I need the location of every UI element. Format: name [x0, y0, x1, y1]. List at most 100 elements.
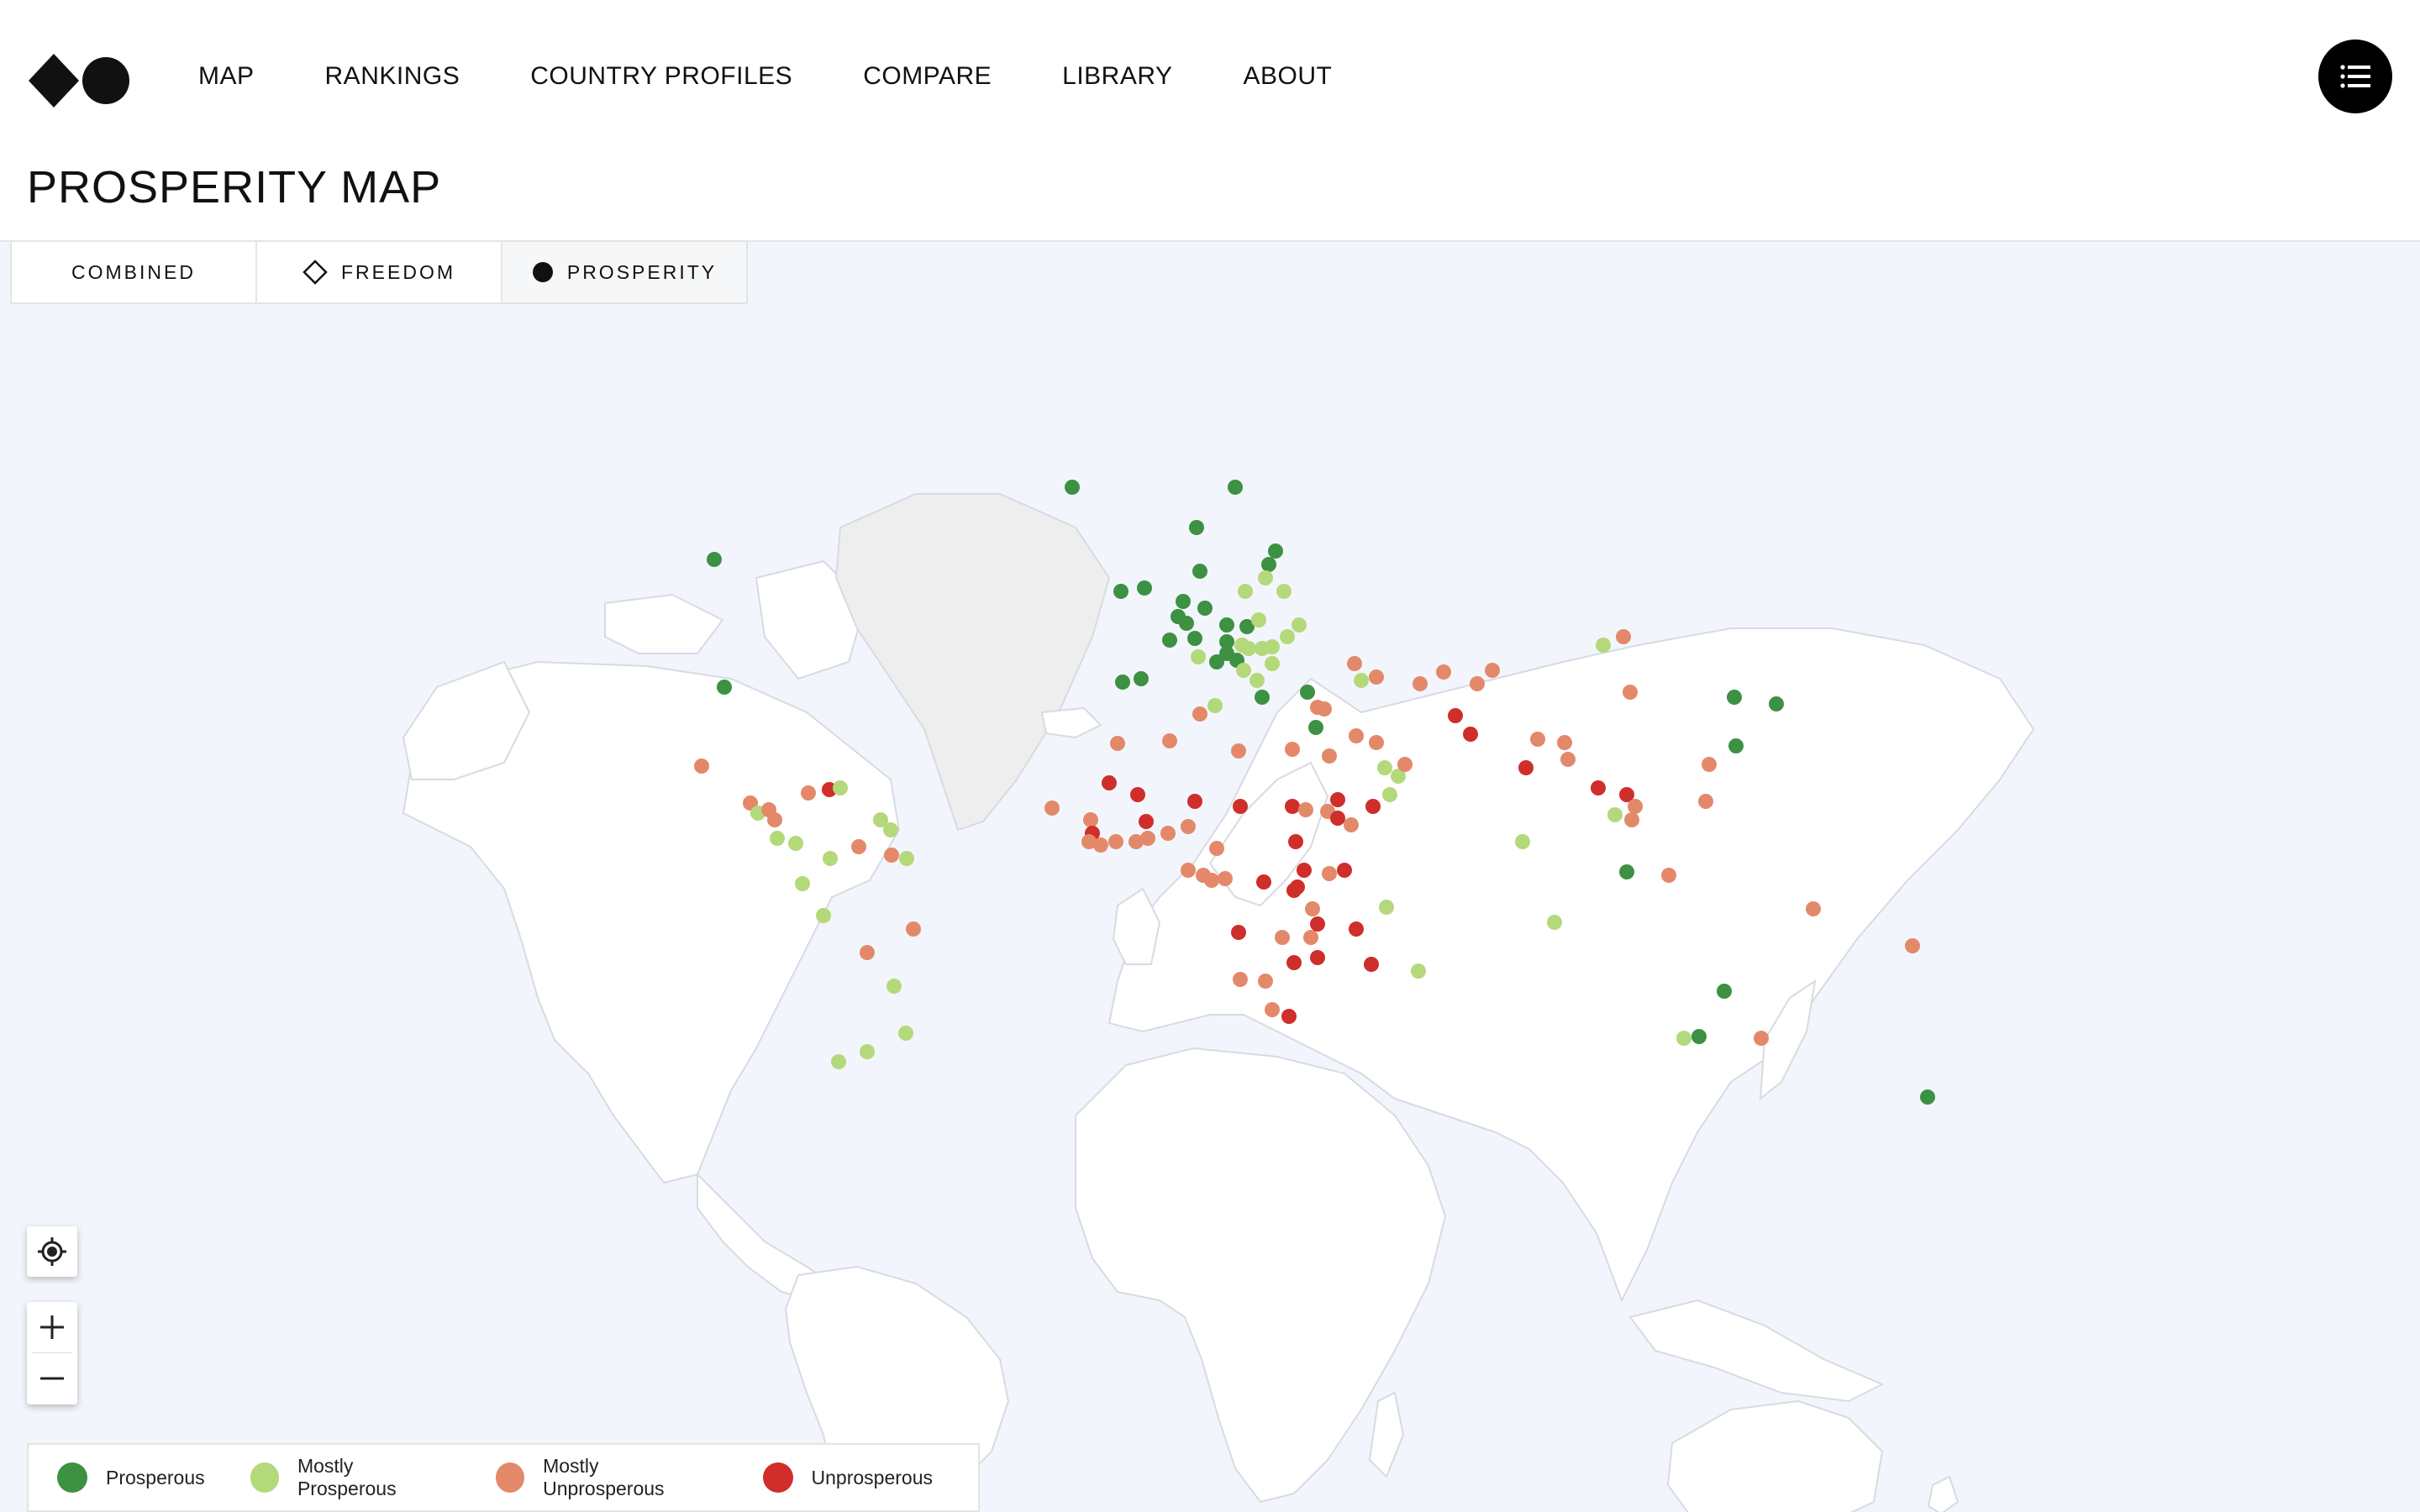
country-marker[interactable] [1276, 584, 1292, 599]
country-marker[interactable] [1197, 601, 1213, 616]
country-marker[interactable] [1292, 617, 1307, 633]
country-marker[interactable] [1485, 663, 1500, 678]
country-marker[interactable] [1317, 701, 1332, 717]
country-marker[interactable] [1238, 584, 1253, 599]
country-marker[interactable] [1233, 799, 1248, 814]
country-marker[interactable] [1463, 727, 1478, 742]
country-marker[interactable] [1236, 663, 1251, 678]
country-marker[interactable] [1241, 641, 1256, 656]
country-marker[interactable] [1303, 930, 1318, 945]
country-marker[interactable] [1322, 866, 1337, 881]
country-marker[interactable] [1134, 671, 1149, 686]
country-marker[interactable] [1187, 794, 1202, 809]
country-marker[interactable] [1285, 742, 1300, 757]
country-marker[interactable] [1920, 1089, 1935, 1105]
country-marker[interactable] [1219, 617, 1234, 633]
country-marker[interactable] [1130, 787, 1145, 802]
country-marker[interactable] [899, 851, 914, 866]
country-marker[interactable] [1044, 801, 1060, 816]
country-marker[interactable] [1249, 673, 1265, 688]
country-marker[interactable] [1377, 760, 1392, 775]
country-marker[interactable] [1470, 676, 1485, 691]
country-marker[interactable] [1769, 696, 1784, 711]
country-marker[interactable] [801, 785, 816, 801]
country-marker[interactable] [1181, 819, 1196, 834]
country-marker[interactable] [1607, 807, 1623, 822]
country-marker[interactable] [1624, 812, 1639, 827]
country-marker[interactable] [1265, 656, 1280, 671]
country-marker[interactable] [1209, 654, 1224, 669]
country-marker[interactable] [1115, 675, 1130, 690]
country-marker[interactable] [1305, 901, 1320, 916]
country-marker[interactable] [1233, 972, 1248, 987]
country-marker[interactable] [1137, 580, 1152, 596]
country-marker[interactable] [884, 848, 899, 863]
country-marker[interactable] [1354, 673, 1369, 688]
country-marker[interactable] [1228, 480, 1243, 495]
country-marker[interactable] [1310, 950, 1325, 965]
country-marker[interactable] [1349, 728, 1364, 743]
country-marker[interactable] [1717, 984, 1732, 999]
country-marker[interactable] [1448, 708, 1463, 723]
country-marker[interactable] [1330, 811, 1345, 826]
country-marker[interactable] [1288, 834, 1303, 849]
country-marker[interactable] [1623, 685, 1638, 700]
zoom-out-button[interactable] [27, 1353, 77, 1404]
country-marker[interactable] [1382, 787, 1397, 802]
country-marker[interactable] [831, 1054, 846, 1069]
country-marker[interactable] [906, 921, 921, 937]
country-marker[interactable] [1265, 1002, 1280, 1017]
country-marker[interactable] [1337, 863, 1352, 878]
country-marker[interactable] [1083, 812, 1098, 827]
country-marker[interactable] [1285, 799, 1300, 814]
country-marker[interactable] [1379, 900, 1394, 915]
country-marker[interactable] [1258, 974, 1273, 989]
country-marker[interactable] [1251, 612, 1266, 627]
country-marker[interactable] [1676, 1031, 1691, 1046]
country-marker[interactable] [1691, 1029, 1707, 1044]
nav-library[interactable]: LIBRARY [1062, 62, 1172, 91]
country-marker[interactable] [1231, 925, 1246, 940]
country-marker[interactable] [1176, 594, 1191, 609]
country-marker[interactable] [795, 876, 810, 891]
country-marker[interactable] [1300, 685, 1315, 700]
country-marker[interactable] [1181, 863, 1196, 878]
country-marker[interactable] [883, 822, 898, 837]
country-marker[interactable] [1754, 1031, 1769, 1046]
country-marker[interactable] [1322, 748, 1337, 764]
country-marker[interactable] [694, 759, 709, 774]
country-marker[interactable] [1065, 480, 1080, 495]
country-marker[interactable] [1280, 629, 1295, 644]
country-marker[interactable] [1255, 690, 1270, 705]
country-marker[interactable] [1268, 543, 1283, 559]
country-marker[interactable] [717, 680, 732, 695]
country-marker[interactable] [1530, 732, 1545, 747]
country-marker[interactable] [767, 812, 782, 827]
country-marker[interactable] [1365, 799, 1381, 814]
country-marker[interactable] [1369, 735, 1384, 750]
menu-button[interactable] [2318, 39, 2392, 113]
country-marker[interactable] [1616, 629, 1631, 644]
country-marker[interactable] [1298, 802, 1313, 817]
country-marker[interactable] [1290, 879, 1305, 895]
country-marker[interactable] [1093, 837, 1108, 853]
country-marker[interactable] [1349, 921, 1364, 937]
country-marker[interactable] [823, 851, 838, 866]
country-marker[interactable] [1347, 656, 1362, 671]
nav-map[interactable]: MAP [198, 62, 255, 91]
country-marker[interactable] [707, 552, 722, 567]
country-marker[interactable] [851, 839, 866, 854]
country-marker[interactable] [1255, 641, 1270, 656]
world-map[interactable] [0, 242, 2420, 1512]
tab-freedom[interactable]: FREEDOM [255, 240, 502, 304]
country-marker[interactable] [1728, 738, 1744, 753]
country-marker[interactable] [1179, 616, 1194, 631]
country-marker[interactable] [1364, 957, 1379, 972]
country-marker[interactable] [1187, 631, 1202, 646]
country-marker[interactable] [1702, 757, 1717, 772]
country-marker[interactable] [816, 908, 831, 923]
country-marker[interactable] [1560, 752, 1576, 767]
country-marker[interactable] [1218, 871, 1233, 886]
country-marker[interactable] [1258, 570, 1273, 585]
nav-about[interactable]: ABOUT [1244, 62, 1333, 91]
